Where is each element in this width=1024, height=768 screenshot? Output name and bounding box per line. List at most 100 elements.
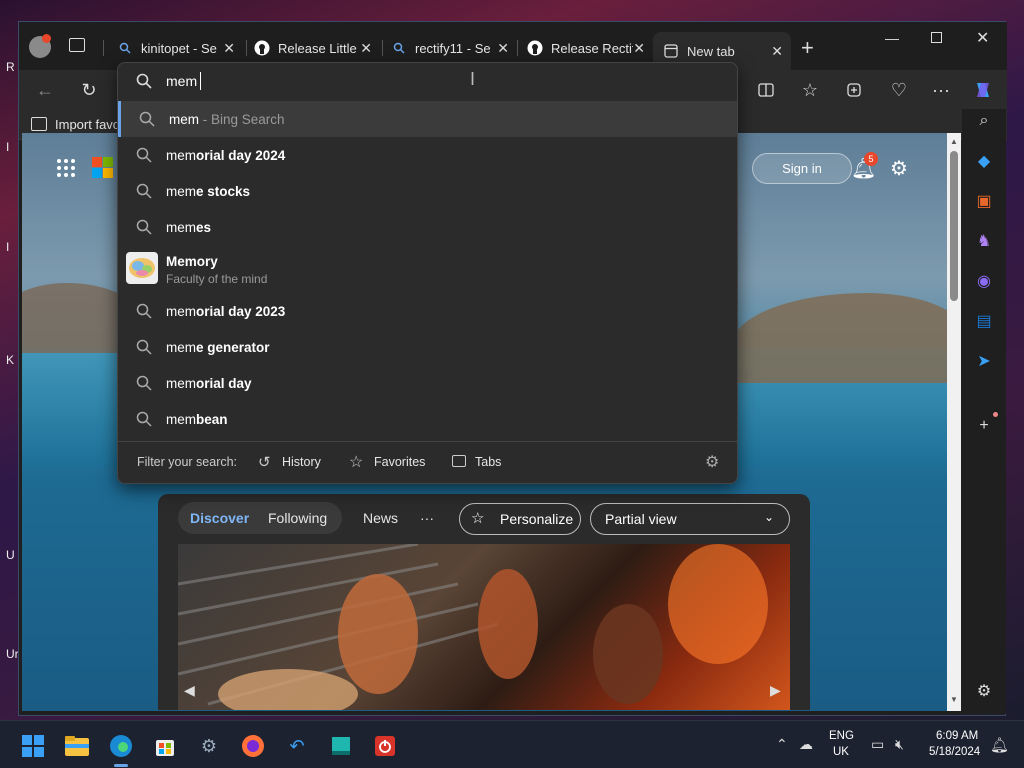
search-icon <box>136 375 152 391</box>
tab-release-little[interactable]: Release Little ✕ <box>244 34 380 62</box>
clock-time[interactable]: 6:09 AM <box>936 730 978 742</box>
import-icon <box>31 117 47 131</box>
page-settings-gear-icon[interactable]: ⚙ <box>890 156 908 181</box>
suggestion-bing-search[interactable]: mem - Bing Search <box>118 101 737 137</box>
onedrive-cloud-icon[interactable]: ☁ <box>799 736 813 753</box>
import-favorites-link[interactable]: Import favo <box>55 117 120 132</box>
tab-release-rectify[interactable]: Release Rectif ✕ <box>517 34 653 62</box>
split-screen-icon[interactable] <box>752 76 780 104</box>
close-window-icon[interactable]: ✕ <box>976 28 989 48</box>
suggestion-text: mem - Bing Search <box>169 111 285 127</box>
keyboard-layout-indicator[interactable]: UK <box>833 746 849 758</box>
tab-kinitopet[interactable]: kinitopet - Se ✕ <box>107 34 243 62</box>
notepad-app-icon[interactable] <box>328 733 354 759</box>
filter-favorites-button[interactable]: Favorites <box>374 455 425 469</box>
search-icon <box>136 339 152 355</box>
address-bar[interactable]: mem I <box>118 63 737 99</box>
outlook-icon[interactable]: ▤ <box>972 309 996 333</box>
profile-avatar[interactable] <box>29 34 51 58</box>
games-icon[interactable]: ♞ <box>972 229 996 253</box>
edge-browser-icon[interactable] <box>108 733 134 759</box>
desktop-letter: U <box>6 548 15 562</box>
tab-following[interactable]: Following <box>268 502 327 534</box>
feed-more-icon[interactable]: ··· <box>420 502 434 534</box>
suggestion-item[interactable]: memes <box>118 209 737 245</box>
carousel-prev-icon[interactable]: ◀ <box>184 682 195 699</box>
close-tab-icon[interactable]: ✕ <box>633 40 645 57</box>
scroll-up-arrow-icon[interactable]: ▲ <box>950 137 958 146</box>
tab-separator <box>103 40 104 56</box>
scrollbar-thumb[interactable] <box>950 151 958 301</box>
send-drop-icon[interactable]: ➤ <box>972 349 996 373</box>
address-bar-input[interactable]: mem <box>166 73 197 89</box>
tools-briefcase-icon[interactable]: ▣ <box>972 189 996 213</box>
tab-discover[interactable]: Discover <box>190 502 249 534</box>
close-tab-icon[interactable]: ✕ <box>223 40 235 57</box>
copilot-icon[interactable] <box>969 76 997 104</box>
minimize-icon[interactable]: — <box>885 30 899 46</box>
suggestion-text: membean <box>166 411 228 427</box>
sign-in-button[interactable]: Sign in <box>752 153 852 184</box>
apps-launcher-icon[interactable] <box>56 158 76 183</box>
suggestion-entity-memory[interactable]: Memory Faculty of the mind <box>118 245 737 291</box>
undo-app-icon[interactable]: ↶ <box>284 733 310 759</box>
volume-muted-icon[interactable]: 🔇︎ <box>895 736 904 753</box>
carousel-next-icon[interactable]: ▶ <box>770 682 781 699</box>
search-icon <box>136 147 152 163</box>
suggestion-item[interactable]: memorial day 2024 <box>118 137 737 173</box>
suggestion-text: memorial day 2024 <box>166 147 286 163</box>
chevron-down-icon: ⌄ <box>764 510 775 524</box>
view-mode-dropdown[interactable]: Partial view <box>590 503 790 535</box>
sidebar-add-icon[interactable]: + <box>972 414 996 438</box>
desktop-letter: Ur <box>6 647 19 661</box>
sidebar-settings-icon[interactable]: ⚙ <box>972 679 996 703</box>
power-app-icon[interactable] <box>372 733 398 759</box>
tab-label: New tab <box>687 43 735 59</box>
search-icon <box>136 411 152 427</box>
search-settings-gear-icon[interactable]: ⚙ <box>705 452 719 472</box>
close-tab-icon[interactable]: ✕ <box>771 43 783 60</box>
firefox-icon[interactable] <box>240 733 266 759</box>
tab-news[interactable]: News <box>363 502 398 534</box>
suggestion-item[interactable]: membean <box>118 401 737 437</box>
favorites-star-icon[interactable]: ☆ <box>796 76 824 104</box>
language-indicator[interactable]: ENG <box>829 730 854 742</box>
scroll-down-arrow-icon[interactable]: ▼ <box>950 695 958 704</box>
tab-actions-icon[interactable] <box>69 38 85 52</box>
collections-icon[interactable] <box>840 76 868 104</box>
suggestion-item[interactable]: meme stocks <box>118 173 737 209</box>
browser-essentials-icon[interactable]: ♡ <box>885 76 913 104</box>
maximize-icon[interactable] <box>931 32 942 43</box>
close-tab-icon[interactable]: ✕ <box>497 40 509 57</box>
filter-history-button[interactable]: History <box>282 455 321 469</box>
store-icon[interactable] <box>152 733 178 759</box>
windows-start-icon[interactable] <box>20 733 46 759</box>
page-scrollbar[interactable]: ▲ ▼ <box>947 133 961 711</box>
clock-date[interactable]: 5/18/2024 <box>929 746 980 758</box>
suggestion-item[interactable]: memorial day 2023 <box>118 293 737 329</box>
notification-center-icon[interactable]: 🔔︎ <box>990 736 1009 754</box>
more-menu-icon[interactable]: ··· <box>927 76 955 104</box>
close-tab-icon[interactable]: ✕ <box>360 40 372 57</box>
settings-app-icon[interactable]: ⚙ <box>196 733 222 759</box>
microsoft-logo-icon <box>92 157 114 184</box>
news-feed-panel: Discover Following News ··· Personalize … <box>158 494 810 710</box>
suggestion-text: meme generator <box>166 339 270 355</box>
shopping-tag-icon[interactable]: ◆ <box>972 149 996 173</box>
filter-tabs-button[interactable]: Tabs <box>475 455 501 469</box>
suggestion-item[interactable]: meme generator <box>118 329 737 365</box>
new-tab-plus-icon[interactable]: + <box>801 35 814 61</box>
refresh-icon[interactable]: ↻ <box>75 76 103 104</box>
suggestion-item[interactable]: memorial day <box>118 365 737 401</box>
back-arrow-icon[interactable]: ← <box>31 76 59 104</box>
newtab-icon <box>663 43 679 59</box>
tray-overflow-chevron-icon[interactable]: ⌃ <box>776 736 788 753</box>
profile-alert-dot <box>42 34 51 43</box>
feed-hero-image[interactable]: ◀ ▶ <box>178 544 790 710</box>
microsoft-365-icon[interactable]: ◉ <box>972 269 996 293</box>
suggestion-text: memorial day <box>166 375 252 391</box>
sidebar-search-icon[interactable]: ⌕ <box>972 109 996 133</box>
file-explorer-icon[interactable] <box>64 733 90 759</box>
tab-rectify11[interactable]: rectify11 - Se ✕ <box>381 34 517 62</box>
network-icon[interactable]: ▭ <box>871 736 884 753</box>
